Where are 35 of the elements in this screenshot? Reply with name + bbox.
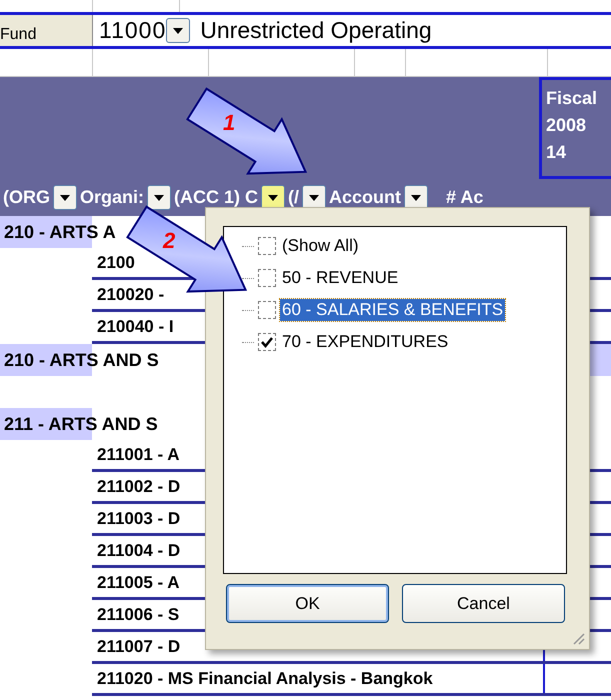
column-header: (ACC 1) C <box>173 187 260 208</box>
checkbox[interactable] <box>258 301 276 319</box>
caret-icon <box>268 194 278 200</box>
dropdown-button[interactable] <box>166 18 190 43</box>
check-icon <box>261 336 273 348</box>
filter-option[interactable]: 60 - SALARIES & BENEFITS <box>280 299 506 321</box>
step-number: 1 <box>223 110 236 136</box>
column-header: (/ <box>287 187 300 208</box>
filter-dropdown-button[interactable] <box>53 185 77 210</box>
fund-label: Fund <box>0 15 93 46</box>
column-header: (ORG <box>2 187 51 208</box>
fiscal-header: 2008 <box>546 114 588 137</box>
column-header: # Ac <box>445 187 484 208</box>
account-row-label: 211020 - MS Financial Analysis - Bangkok <box>92 664 545 693</box>
caret-icon <box>60 194 70 200</box>
caret-icon <box>173 28 184 34</box>
resize-grip-icon <box>571 631 585 645</box>
group-heading: 210 - ARTS A <box>3 222 116 242</box>
fund-name: Unrestricted Operating <box>199 16 432 45</box>
group-total: 210 - ARTS AND S <box>3 350 159 370</box>
checkbox[interactable] <box>258 269 276 287</box>
checkbox[interactable] <box>258 237 276 255</box>
caret-icon <box>154 194 164 200</box>
filter-dropdown-button[interactable] <box>147 185 172 210</box>
caret-icon <box>411 194 422 200</box>
group-heading: 211 - ARTS AND S <box>3 414 158 434</box>
fund-code: 11000 <box>98 16 166 45</box>
column-header: Account <box>328 187 402 208</box>
fiscal-header: Fiscal <box>546 87 598 110</box>
fiscal-header: 14 <box>546 141 568 164</box>
column-header: Organi: <box>79 187 146 208</box>
checkbox[interactable] <box>258 333 276 351</box>
caret-icon <box>309 194 320 200</box>
ok-button[interactable]: OK <box>226 584 389 623</box>
cancel-button[interactable]: Cancel <box>402 584 565 623</box>
